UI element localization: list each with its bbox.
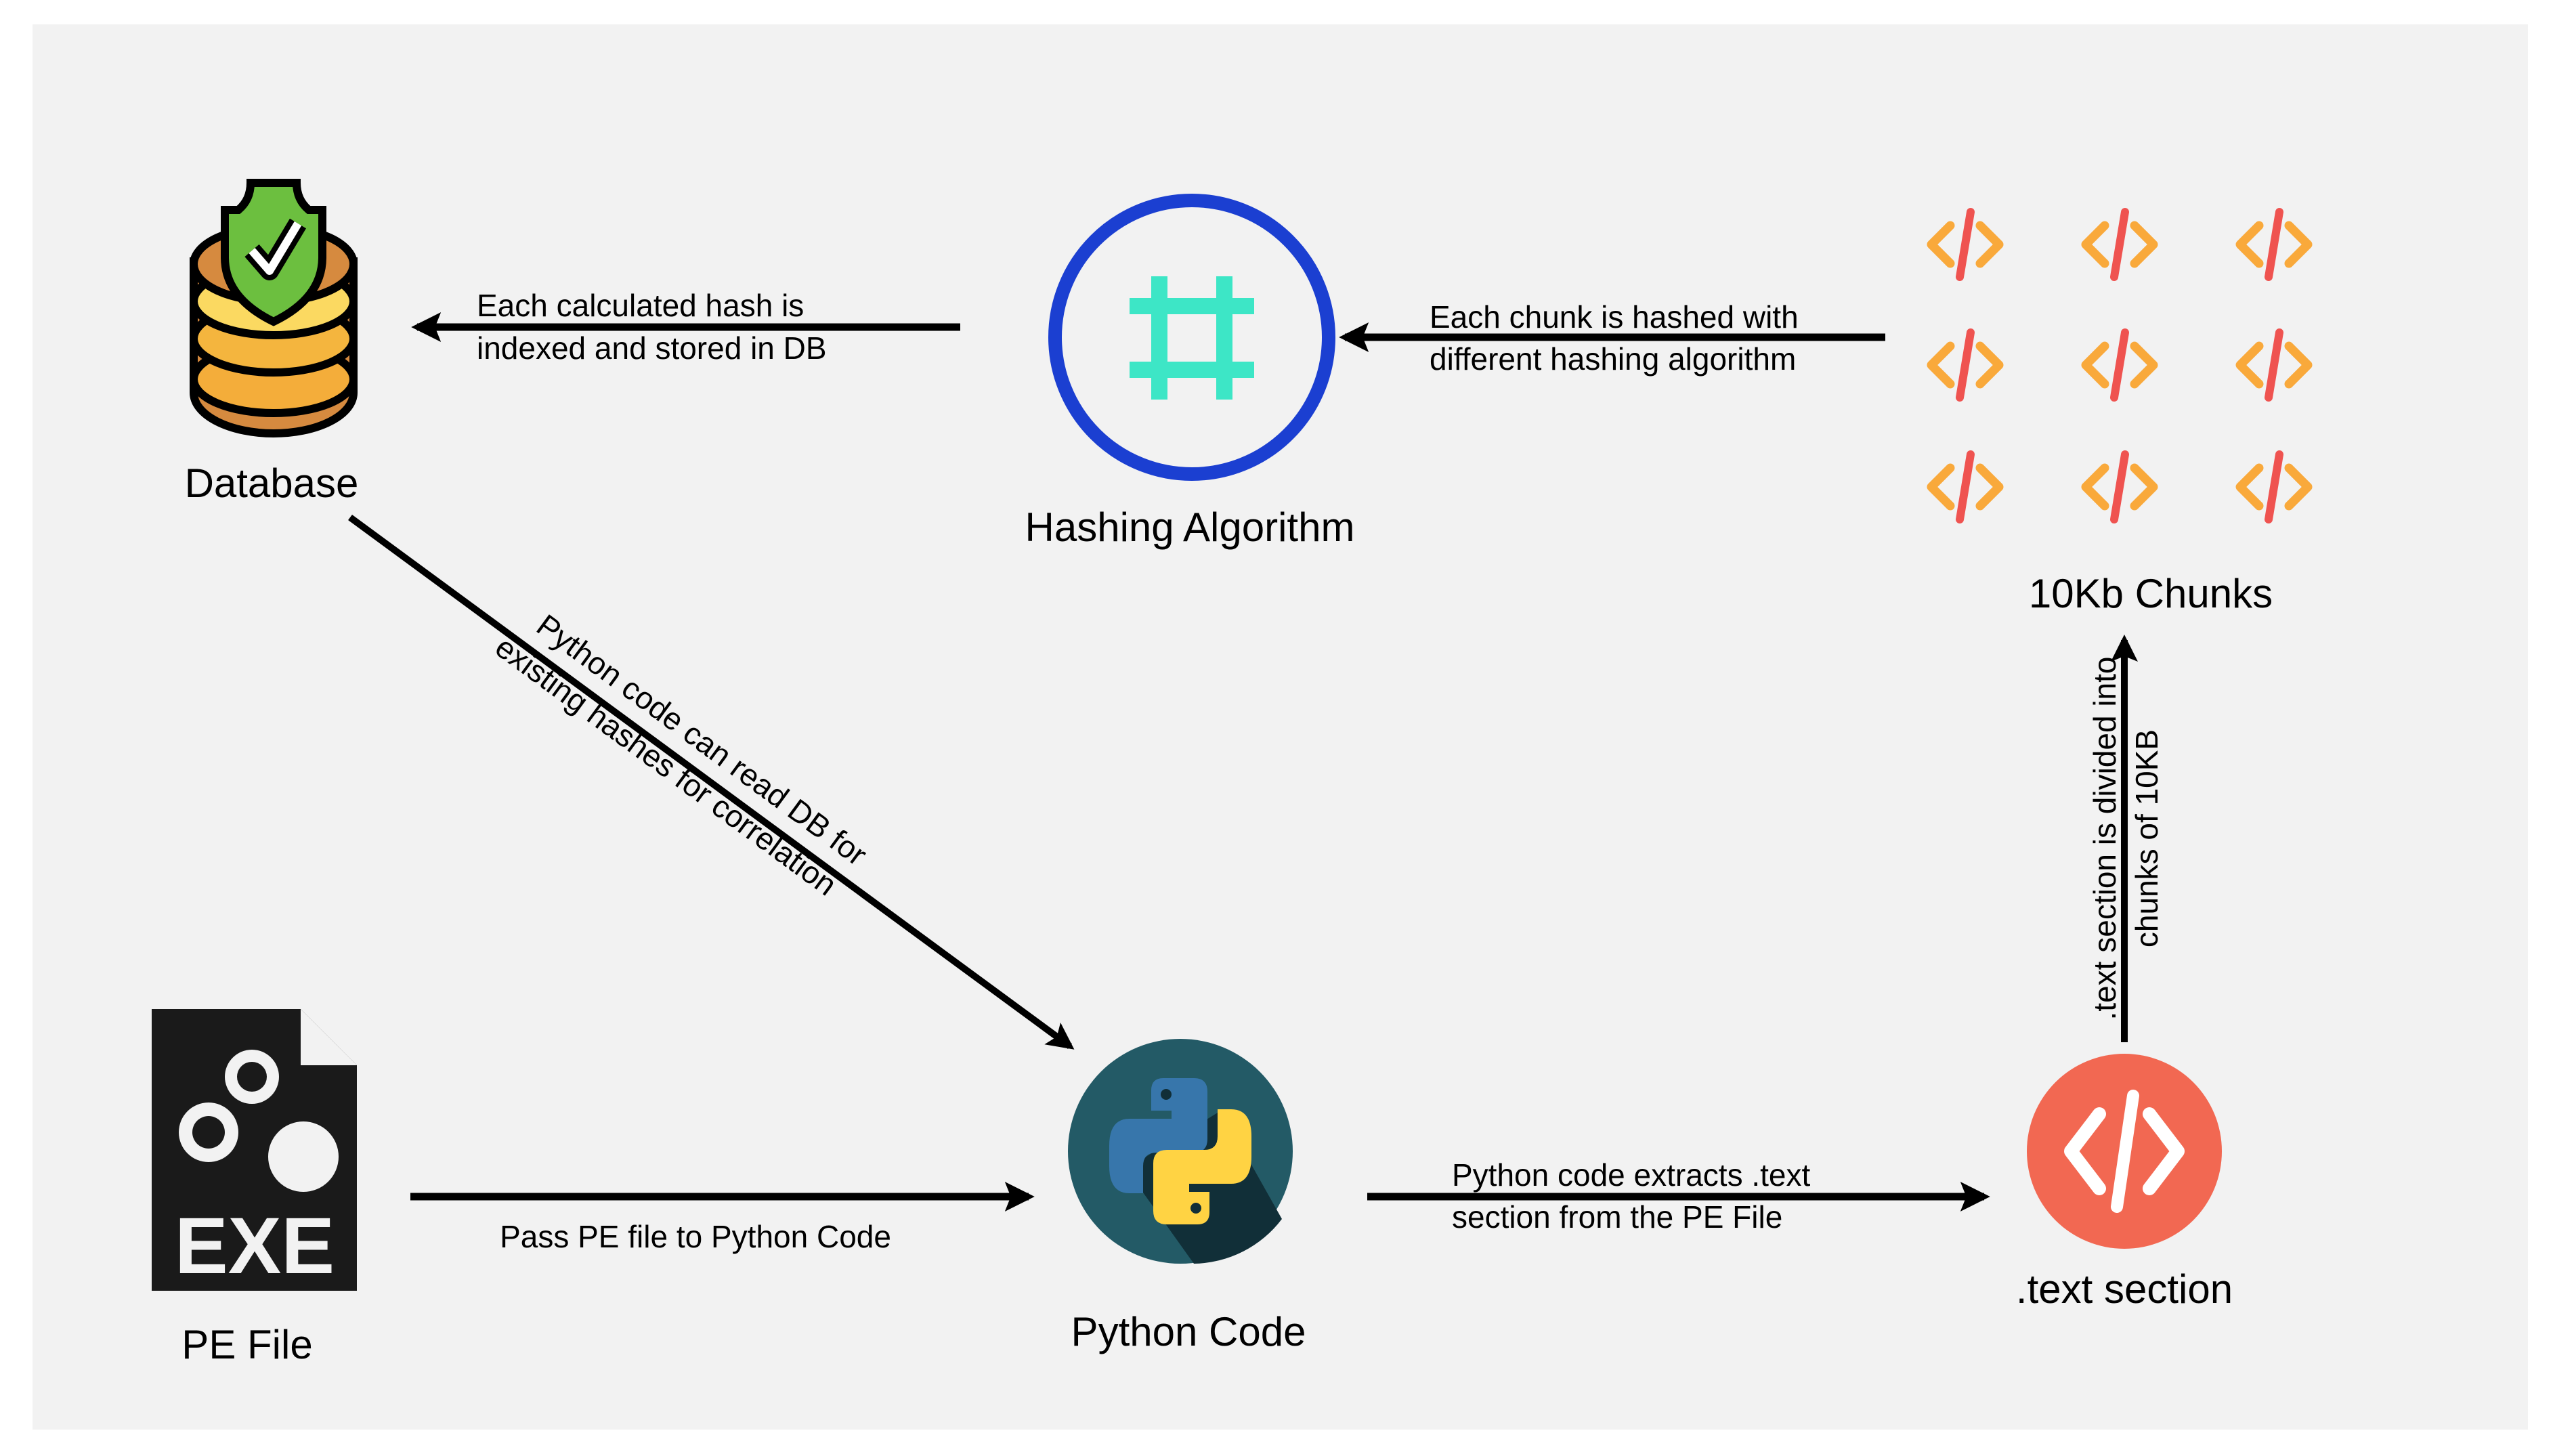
python-logo-icon <box>1068 1039 1293 1264</box>
hashing-label: Hashing Algorithm <box>1025 505 1355 550</box>
edge-label: section from the PE File <box>1452 1199 1782 1235</box>
text-section-icon <box>2027 1054 2222 1249</box>
chunks-label: 10Kb Chunks <box>2029 571 2273 616</box>
edge-label: different hashing algorithm <box>1430 341 1796 377</box>
edge-label: Python code extracts .text <box>1452 1157 1810 1193</box>
edge-label: Each calculated hash is <box>477 288 804 323</box>
edge-label: chunks of 10KB <box>2129 729 2164 947</box>
edge-label: Pass PE file to Python Code <box>500 1219 891 1254</box>
edge-label: .text section is divided into <box>2087 657 2122 1021</box>
edge-label: indexed and stored in DB <box>477 330 827 366</box>
python-label: Python Code <box>1071 1309 1306 1354</box>
edge-label: Each chunk is hashed with <box>1430 299 1799 335</box>
exe-file-icon: EXE <box>152 1009 357 1291</box>
pe-file-label: PE File <box>181 1322 312 1367</box>
text-section-label: .text section <box>2016 1266 2233 1312</box>
diagram-canvas: Database Each calculated hash is indexed… <box>33 24 2528 1430</box>
exe-icon-text: EXE <box>175 1201 335 1291</box>
database-label: Database <box>185 461 359 506</box>
